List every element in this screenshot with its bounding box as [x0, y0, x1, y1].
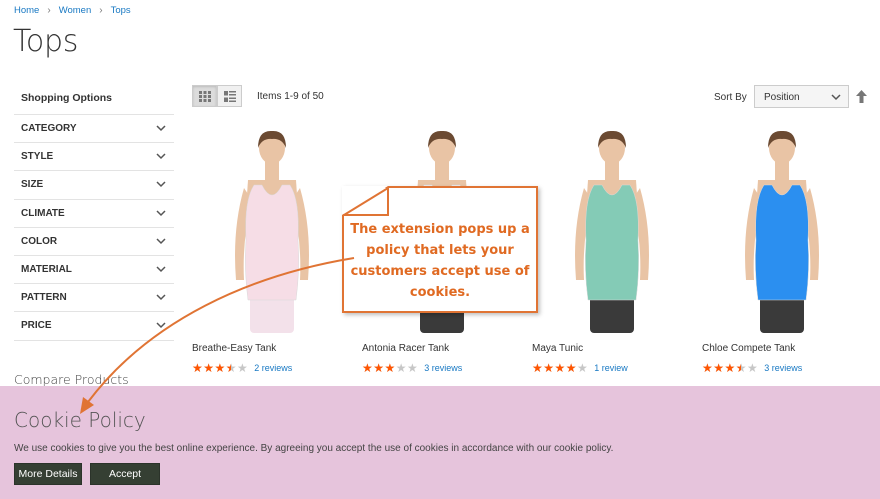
reviews-link[interactable]: 1 review — [594, 363, 628, 373]
breadcrumb-home[interactable]: Home — [14, 5, 39, 16]
product-item[interactable]: Chloe Compete Tank ★★★★★★★★★★ 3 reviews — [702, 130, 862, 374]
product-rating: ★★★★★★★★★★ 1 review — [532, 362, 628, 374]
sidebar-filters: Shopping Options CATEGORY STYLE SIZE CLI… — [14, 84, 174, 341]
callout-line: The extension pops up a — [350, 222, 530, 237]
product-item[interactable]: Maya Tunic ★★★★★★★★★★ 1 review — [532, 130, 692, 374]
filter-label: CLIMATE — [21, 207, 65, 219]
cookie-policy-text: We use cookies to give you the best onli… — [14, 443, 614, 454]
grid-view-button[interactable] — [192, 85, 217, 107]
shopping-options-title: Shopping Options — [14, 84, 174, 115]
sort-by-label: Sort By — [714, 92, 747, 103]
chevron-down-icon — [156, 210, 166, 216]
product-item[interactable]: Breathe-Easy Tank ★★★★★★★★★★ 2 reviews — [192, 130, 352, 374]
chevron-down-icon — [156, 238, 166, 244]
filter-label: CATEGORY — [21, 123, 77, 135]
folded-corner-icon — [342, 186, 389, 216]
products-toolbar: Items 1-9 of 50 Sort By Position — [192, 85, 868, 108]
compare-products-title: Compare Products — [14, 372, 129, 387]
chevron-down-icon — [156, 322, 166, 329]
filter-style[interactable]: STYLE — [14, 143, 174, 172]
product-image[interactable] — [192, 130, 352, 335]
filter-label: PRICE — [21, 320, 52, 332]
filter-label: MATERIAL — [21, 264, 72, 276]
filter-category[interactable]: CATEGORY — [14, 115, 174, 144]
product-image[interactable] — [702, 130, 862, 335]
filter-color[interactable]: COLOR — [14, 228, 174, 256]
filter-price[interactable]: PRICE — [14, 312, 174, 341]
model-shorts — [590, 295, 634, 333]
breadcrumb-women[interactable]: Women — [59, 5, 92, 16]
chevron-down-icon — [831, 94, 841, 101]
chevron-down-icon — [156, 153, 166, 160]
arrow-up-icon[interactable] — [856, 90, 867, 103]
breadcrumb: Home › Women › Tops — [14, 5, 131, 16]
breadcrumb-separator-icon: › — [47, 5, 51, 16]
chevron-down-icon — [156, 125, 166, 132]
product-image[interactable] — [532, 130, 692, 335]
filter-label: PATTERN — [21, 292, 67, 304]
product-name[interactable]: Antonia Racer Tank — [362, 343, 449, 354]
list-icon — [223, 90, 236, 102]
breadcrumb-current[interactable]: Tops — [111, 5, 131, 16]
model-tank-top — [755, 184, 809, 301]
product-name[interactable]: Maya Tunic — [532, 343, 583, 354]
product-name[interactable]: Chloe Compete Tank — [702, 343, 795, 354]
rating-stars-icon: ★★★★★★★★★★ — [702, 361, 759, 375]
cookie-policy-bar: Cookie Policy We use cookies to give you… — [0, 386, 880, 499]
chevron-down-icon — [156, 266, 166, 273]
filter-label: STYLE — [21, 151, 54, 163]
list-view-button[interactable] — [217, 85, 242, 107]
accept-button[interactable]: Accept — [90, 463, 160, 485]
model-tank-top — [245, 184, 299, 301]
model-shorts — [760, 295, 804, 333]
view-modes — [192, 85, 242, 107]
reviews-link[interactable]: 3 reviews — [424, 363, 462, 373]
reviews-link[interactable]: 3 reviews — [764, 363, 802, 373]
callout-line: policy that lets your — [366, 243, 514, 258]
model-tank-top — [585, 184, 639, 301]
chevron-down-icon — [156, 294, 166, 301]
cookie-policy-title: Cookie Policy — [14, 408, 146, 432]
filter-pattern[interactable]: PATTERN — [14, 284, 174, 313]
chevron-down-icon — [156, 181, 166, 188]
filter-size[interactable]: SIZE — [14, 171, 174, 200]
filter-label: SIZE — [21, 179, 44, 191]
annotation-callout: The extension pops up a policy that lets… — [342, 186, 538, 313]
rating-stars-icon: ★★★★★★★★★★ — [362, 361, 419, 375]
sort-by-select[interactable]: Position — [754, 85, 849, 108]
product-rating: ★★★★★★★★★★ 2 reviews — [192, 362, 292, 374]
product-name[interactable]: Breathe-Easy Tank — [192, 343, 276, 354]
items-amount: Items 1-9 of 50 — [257, 91, 324, 102]
product-rating: ★★★★★★★★★★ 3 reviews — [362, 362, 462, 374]
sort-by-value: Position — [764, 92, 800, 103]
callout-line: customers accept use of — [350, 264, 530, 279]
more-details-button[interactable]: More Details — [14, 463, 82, 485]
filter-climate[interactable]: CLIMATE — [14, 200, 174, 228]
grid-icon — [198, 90, 211, 102]
callout-line: cookies. — [409, 285, 471, 300]
rating-stars-icon: ★★★★★★★★★★ — [192, 361, 249, 375]
rating-stars-icon: ★★★★★★★★★★ — [532, 361, 589, 375]
page-title: Tops — [13, 24, 79, 59]
filter-label: COLOR — [21, 235, 58, 247]
model-shorts — [250, 295, 294, 333]
filter-material[interactable]: MATERIAL — [14, 256, 174, 285]
breadcrumb-separator-icon: › — [99, 5, 103, 16]
reviews-link[interactable]: 2 reviews — [254, 363, 292, 373]
product-rating: ★★★★★★★★★★ 3 reviews — [702, 362, 802, 374]
